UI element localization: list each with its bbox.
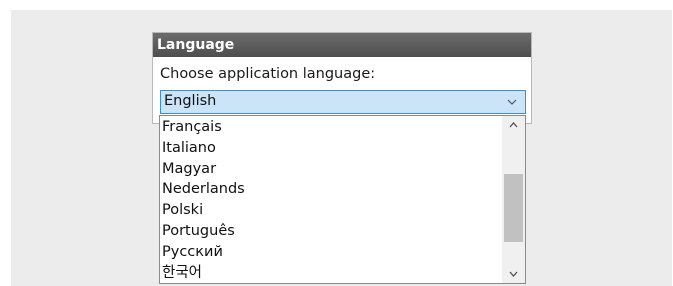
chevron-down-icon: [509, 271, 518, 277]
language-option[interactable]: Polski: [160, 200, 499, 221]
language-dropdown-list[interactable]: Français Italiano Magyar Nederlands Pols…: [159, 115, 526, 284]
language-select-value: English: [164, 93, 217, 109]
list-scrollbar[interactable]: [502, 116, 525, 283]
language-option[interactable]: Italiano: [160, 138, 499, 159]
scroll-down-button[interactable]: [502, 265, 525, 283]
language-option[interactable]: Français: [160, 117, 499, 138]
language-select[interactable]: English: [160, 90, 526, 114]
language-option[interactable]: Português: [160, 221, 499, 242]
language-prompt-label: Choose application language:: [160, 66, 376, 82]
language-option[interactable]: 한국어: [160, 263, 499, 283]
language-option[interactable]: Magyar: [160, 159, 499, 180]
language-option[interactable]: Русский: [160, 242, 499, 263]
scroll-thumb[interactable]: [504, 174, 523, 242]
language-options: Français Italiano Magyar Nederlands Pols…: [160, 117, 499, 283]
chevron-up-icon: [509, 122, 518, 128]
dialog-title: Language: [153, 33, 531, 57]
language-option[interactable]: Nederlands: [160, 179, 499, 200]
language-dialog: Language Choose application language: En…: [152, 32, 532, 124]
scroll-up-button[interactable]: [502, 116, 525, 134]
chevron-down-icon: [507, 99, 517, 105]
